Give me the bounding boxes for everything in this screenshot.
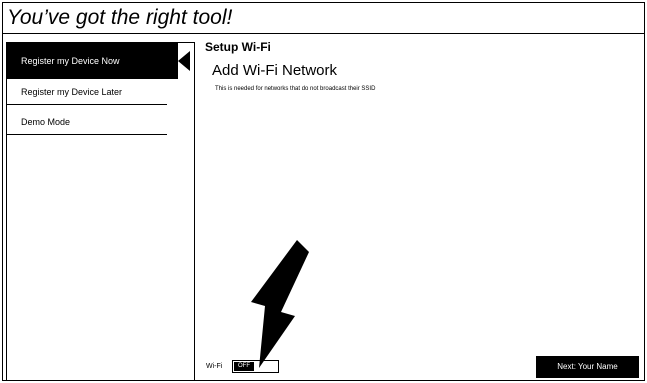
active-indicator-notch	[178, 51, 190, 71]
section-note: This is needed for networks that do not …	[215, 86, 376, 92]
sidebar-item-register-later[interactable]: Register my Device Later	[7, 79, 167, 105]
sidebar-item-label: Demo Mode	[21, 117, 71, 127]
page-heading: Add Wi-Fi Network	[212, 62, 338, 79]
sidebar-item-demo-mode[interactable]: Demo Mode	[7, 109, 167, 135]
sidebar: Register my Device Now Register my Devic…	[6, 42, 195, 381]
wifi-label: Wi-Fi	[206, 363, 223, 370]
sidebar-item-register-now[interactable]: Register my Device Now	[7, 43, 178, 79]
banner-title: You’ve got the right tool!	[7, 6, 233, 29]
banner: You’ve got the right tool!	[3, 3, 644, 34]
sidebar-item-label: Register my Device Later	[21, 87, 123, 97]
sidebar-item-label: Register my Device Now	[21, 56, 120, 66]
next-button[interactable]: Next: Your Name	[536, 356, 639, 378]
arrow-pointer-icon	[251, 240, 309, 368]
section-title: Setup Wi-Fi	[205, 40, 271, 54]
